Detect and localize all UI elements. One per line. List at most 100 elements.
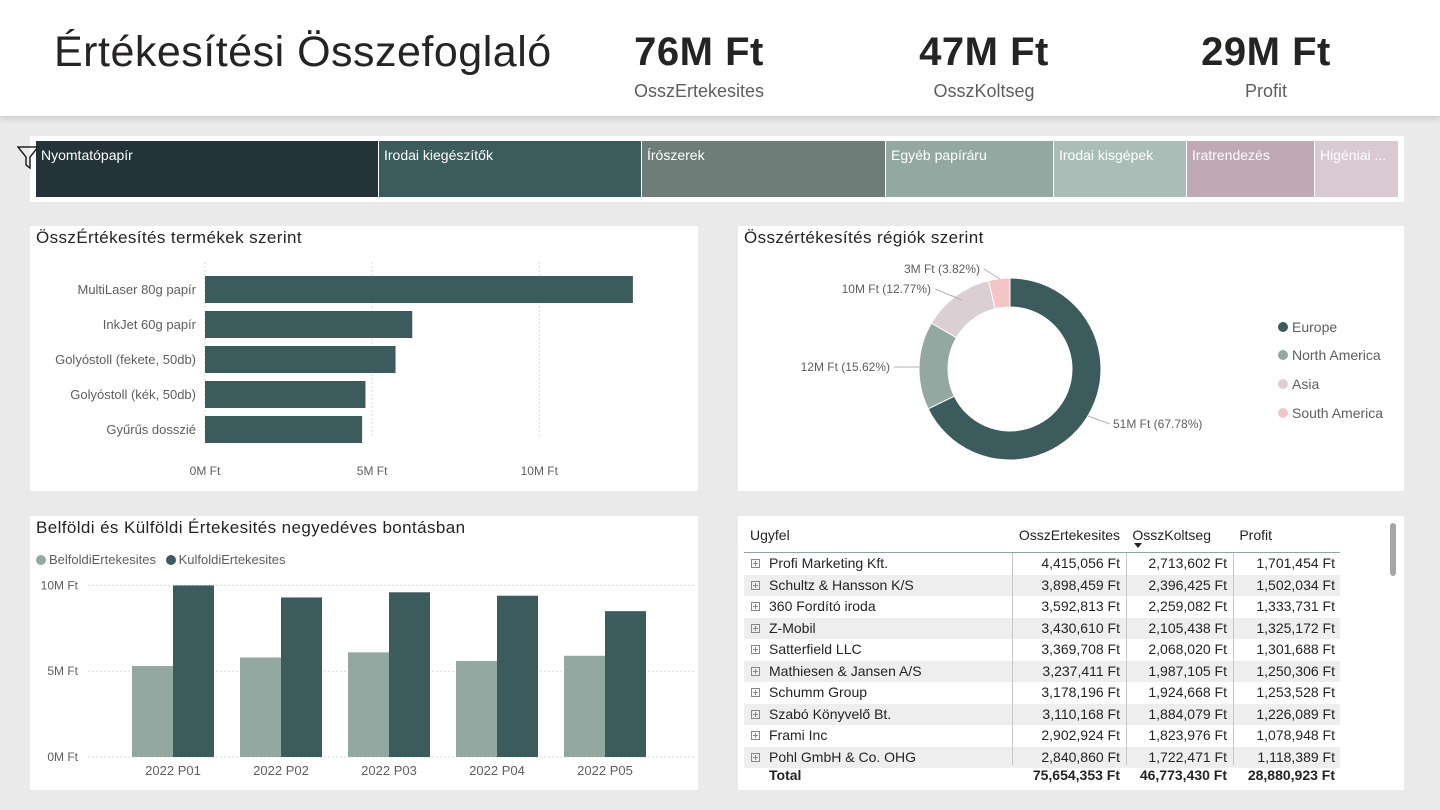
x-category-label: 2022 P03 — [361, 763, 417, 778]
treemap-tile-irodai-kisgepek[interactable]: Irodai kisgépek — [1054, 141, 1186, 197]
table-row[interactable]: Schultz & Hansson K/S 3,898,459 Ft 2,396,4… — [744, 574, 1340, 596]
cell-cost: 2,396,425 Ft — [1148, 576, 1227, 593]
expand-plus-icon[interactable] — [751, 559, 760, 568]
legend-dot — [36, 554, 46, 565]
column-bar[interactable] — [240, 657, 281, 757]
x-tick-label: 0M Ft — [190, 464, 221, 478]
column-bar[interactable] — [497, 595, 538, 757]
cell-sales: 3,898,459 Ft — [1041, 576, 1120, 593]
table-body: Profi Marketing Kft. 4,415,056 Ft 2,713,60… — [744, 553, 1340, 768]
treemap-tile-iroszerek[interactable]: Írószerek — [642, 141, 885, 197]
legend-dot — [1278, 350, 1288, 361]
legend-item-north-america[interactable]: North America — [1278, 347, 1381, 363]
cell-sales: 3,110,168 Ft — [1042, 705, 1120, 722]
table-row[interactable]: Schumm Group 3,178,196 Ft 1,924,668 Ft 1,25… — [744, 682, 1340, 704]
column-header-ugyfel[interactable]: Ugyfel — [750, 527, 790, 543]
cell-cost: 2,068,020 Ft — [1148, 641, 1227, 657]
column-bar[interactable] — [348, 652, 389, 757]
cell-customer: 360 Fordító iroda — [769, 598, 876, 614]
legend-item-belfoldi[interactable]: BelfoldiErtekesites — [36, 552, 156, 567]
column-bar[interactable] — [456, 660, 497, 757]
legend-item-asia[interactable]: Asia — [1278, 376, 1319, 392]
column-bar[interactable] — [389, 592, 430, 757]
expand-plus-icon[interactable] — [751, 602, 760, 611]
legend-label: BelfoldiErtekesites — [49, 552, 156, 567]
table-scrollbar[interactable] — [1390, 523, 1396, 576]
expand-plus-icon[interactable] — [751, 709, 760, 719]
x-tick-label: 10M Ft — [521, 464, 559, 478]
table-row[interactable]: Frami Inc 2,902,924 Ft 1,823,976 Ft 1,078,9… — [744, 725, 1340, 747]
x-category-label: 2022 P02 — [253, 763, 309, 778]
expand-plus-icon[interactable] — [751, 666, 760, 676]
column-header-profit[interactable]: Profit — [1239, 527, 1272, 543]
header-bar: Értékesítési Összefoglaló 76M Ft OsszErt… — [0, 0, 1440, 116]
expand-plus-icon[interactable] — [751, 623, 760, 633]
column-header-osszertekesites[interactable]: OsszErtekesites — [1019, 527, 1120, 543]
bar[interactable] — [205, 381, 366, 408]
cell-cost: 2,713,602 Ft — [1148, 555, 1227, 571]
table-header: Ugyfel OsszErtekesites OsszKoltseg Profi… — [744, 520, 1340, 553]
bar[interactable] — [205, 416, 363, 443]
bar[interactable] — [205, 311, 413, 338]
kpi-card-profit[interactable]: 29M Ft Profit — [1166, 30, 1366, 102]
y-category-label: Golyóstoll (fekete, 50db) — [55, 352, 196, 367]
expand-plus-icon[interactable] — [751, 580, 760, 590]
y-tick-label: 5M Ft — [47, 664, 78, 678]
kpi-card-total-cost[interactable]: 47M Ft OsszKoltseg — [884, 30, 1084, 102]
cell-sales: 2,902,924 Ft — [1041, 727, 1120, 743]
bar[interactable] — [205, 276, 633, 303]
column-bar[interactable] — [605, 611, 646, 757]
treemap-tile-iratrendezes[interactable]: Iratrendezés — [1187, 141, 1314, 197]
legend-item-kulfoldi[interactable]: KulfoldiErtekesites — [165, 552, 286, 567]
treemap-tile-higeniai[interactable]: Higéniai ... — [1315, 141, 1398, 197]
treemap-tile-egyeb-papiraru[interactable]: Egyéb papíráru — [886, 141, 1053, 197]
product-sales-panel: ÖsszÉrtékesítés termékek szerint 0M Ft 5M… — [30, 226, 698, 491]
expand-plus-icon[interactable] — [751, 645, 760, 654]
legend-item-south-america[interactable]: South America — [1278, 405, 1383, 421]
donut-slice[interactable] — [918, 322, 958, 410]
expand-plus-icon[interactable] — [751, 752, 760, 762]
column-bar[interactable] — [281, 597, 322, 757]
cell-profit: 1,250,306 Ft — [1256, 662, 1335, 679]
legend-item-europe[interactable]: Europe — [1278, 319, 1337, 335]
table-row[interactable]: Pohl GmbH & Co. OHG 2,840,860 Ft 1,722,471… — [744, 746, 1340, 768]
column-divider — [1126, 553, 1127, 765]
cell-profit: 1,226,089 Ft — [1256, 705, 1335, 722]
expand-plus-icon[interactable] — [751, 688, 760, 697]
cell-customer: Z-Mobil — [769, 619, 816, 636]
column-bar[interactable] — [564, 655, 605, 757]
bar[interactable] — [205, 346, 396, 373]
y-category-label: Gyűrűs dosszié — [106, 422, 196, 437]
y-tick-label: 10M Ft — [41, 578, 79, 592]
y-category-label: InkJet 60g papír — [103, 317, 197, 332]
expand-plus-icon[interactable] — [751, 731, 760, 740]
donut-slice[interactable] — [930, 280, 996, 339]
cell-profit: 1,118,389 Ft — [1257, 748, 1335, 765]
column-bar[interactable] — [173, 585, 214, 757]
treemap-tile-irodai-kiegeszitok[interactable]: Irodai kiegészítők — [379, 141, 641, 197]
x-tick-label: 5M Ft — [357, 464, 388, 478]
table-row[interactable]: 360 Fordító iroda 3,592,813 Ft 2,259,082 F… — [744, 596, 1340, 618]
kpi-label: OsszKoltseg — [933, 81, 1035, 101]
table-row[interactable]: Szabó Könyvelő Bt. 3,110,168 Ft 1,884,079 … — [744, 703, 1340, 725]
sort-descending-icon — [1134, 543, 1142, 548]
cell-customer: Mathiesen & Jansen A/S — [769, 662, 922, 679]
cell-customer: Profi Marketing Kft. — [769, 555, 889, 571]
treemap-tile-nyomtatopapir[interactable]: Nyomtatópapír — [36, 141, 378, 197]
filter-icon[interactable] — [17, 146, 39, 170]
table-row[interactable]: Z-Mobil 3,430,610 Ft 2,105,438 Ft 1,325,172… — [744, 617, 1340, 639]
cell-sales: 4,415,056 Ft — [1041, 555, 1120, 571]
kpi-card-total-sales[interactable]: 76M Ft OsszErtekesites — [599, 30, 799, 102]
legend-dot — [1278, 408, 1288, 419]
total-value-sales: 75,654,353 Ft — [1032, 767, 1120, 783]
cell-sales: 3,430,610 Ft — [1041, 619, 1120, 636]
table-row[interactable]: Satterfield LLC 3,369,708 Ft 2,068,020 Ft 1… — [744, 639, 1340, 661]
column-header-osszkoltseg[interactable]: OsszKoltseg — [1132, 527, 1211, 543]
data-label: 10M Ft (12.77%) — [842, 282, 931, 296]
legend-label: North America — [1292, 347, 1381, 363]
column-bar[interactable] — [132, 666, 173, 757]
cell-cost: 1,987,105 Ft — [1148, 662, 1227, 679]
table-total-row: Total 75,654,353 Ft 46,773,430 Ft 28,880… — [744, 766, 1340, 788]
table-row[interactable]: Profi Marketing Kft. 4,415,056 Ft 2,713,60… — [744, 553, 1340, 575]
table-row[interactable]: Mathiesen & Jansen A/S 3,237,411 Ft 1,987,… — [744, 660, 1340, 682]
